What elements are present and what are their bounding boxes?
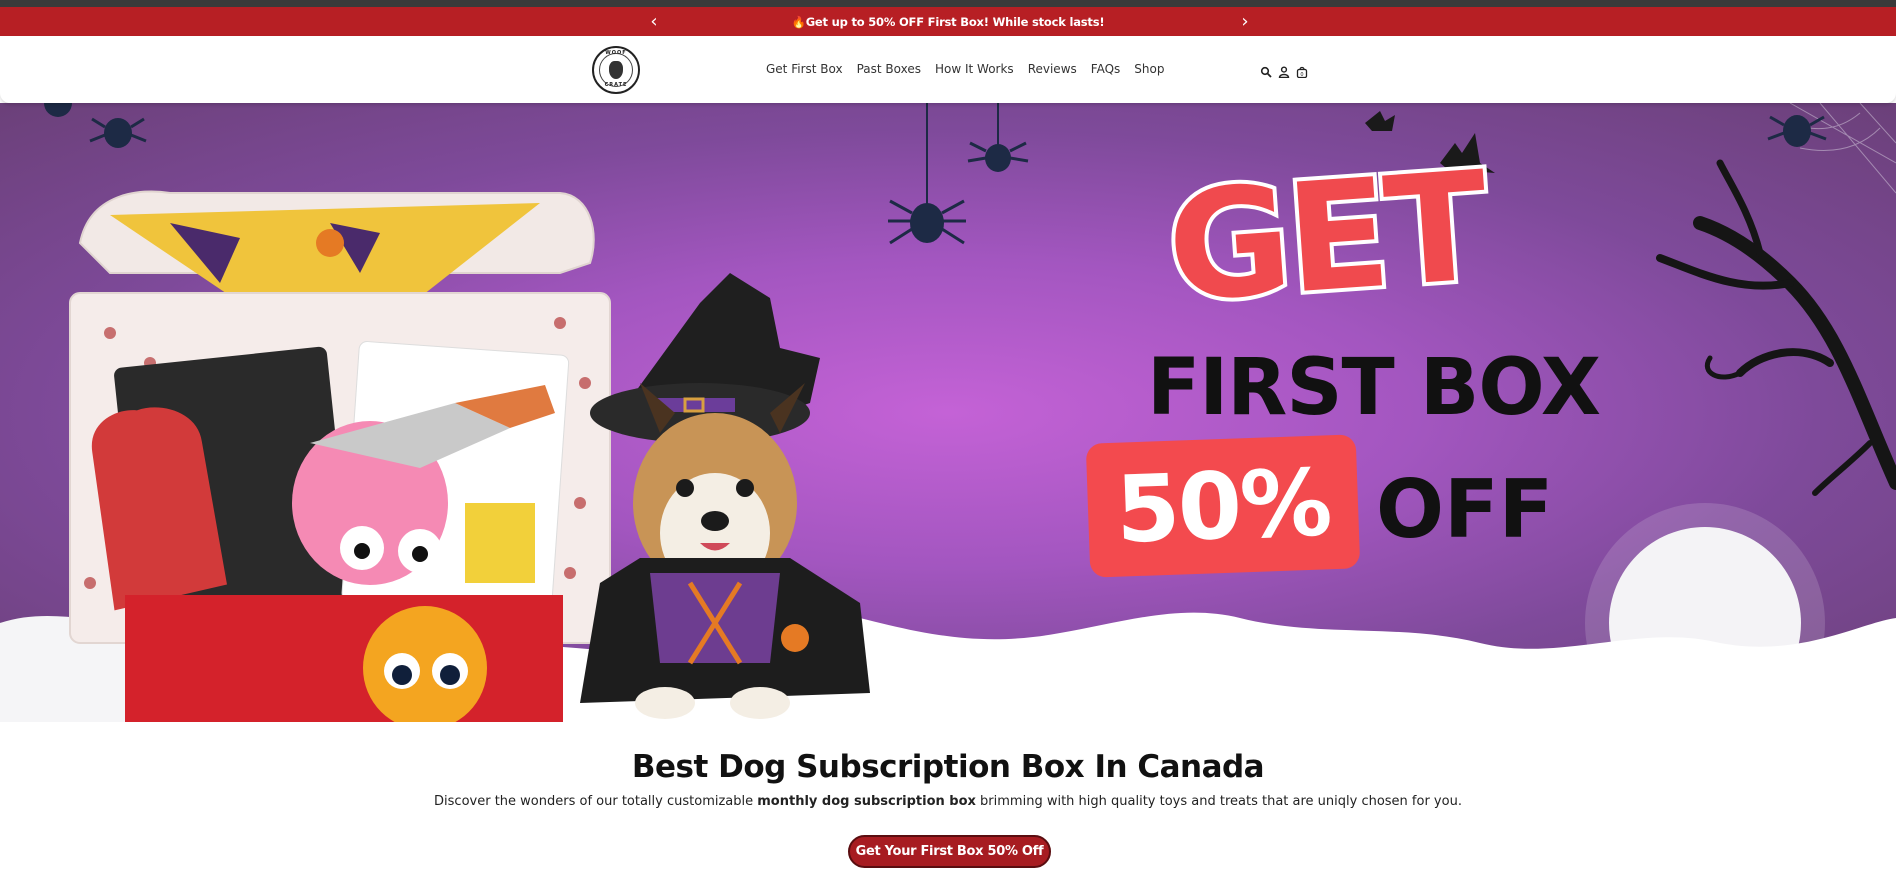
nav-how-it-works[interactable]: How It Works (935, 62, 1014, 76)
nav-shop[interactable]: Shop (1134, 62, 1164, 76)
dog-silhouette-icon (609, 61, 623, 79)
announcement-next-arrow-icon[interactable]: › (1233, 7, 1257, 36)
account-icon[interactable] (1278, 63, 1290, 79)
search-icon[interactable] (1260, 63, 1272, 78)
intro-section: Best Dog Subscription Box In Canada Disc… (0, 722, 1896, 877)
hero-off-text: OFF (1376, 463, 1554, 556)
desc-part-2: brimming with high quality toys and trea… (975, 794, 1462, 809)
logo-bottom-text: CRATE (604, 82, 628, 88)
fire-icon: 🔥 (791, 14, 806, 29)
svg-text:0: 0 (1300, 72, 1303, 78)
get-first-box-button[interactable]: Get Your First Box 50% Off (848, 835, 1051, 868)
dog-illustration (580, 273, 870, 719)
hero-get-text: GET (1158, 136, 1493, 340)
subscription-box-illustration (69, 190, 611, 722)
desc-part-1: Discover the wonders of our totally cust… (434, 794, 758, 809)
page-title: Best Dog Subscription Box In Canada (631, 749, 1265, 785)
announcement-prev-arrow-icon[interactable]: ‹ (642, 7, 666, 36)
main-nav: Get First Box Past Boxes How It Works Re… (766, 62, 1178, 76)
site-header: WOOF CRATE Get First Box Past Boxes How … (0, 36, 1896, 103)
cart-icon[interactable]: 0 (1296, 63, 1308, 79)
announcement-bar: ‹ 🔥Get up to 50% OFF First Box! While st… (0, 7, 1896, 36)
announcement-text: 🔥Get up to 50% OFF First Box! While stoc… (792, 15, 1105, 29)
hero-first-box-text: FIRST BOX (1147, 343, 1601, 433)
hero-percent-badge: 50% (1085, 434, 1361, 578)
desc-bold: monthly dog subscription box (757, 794, 976, 809)
header-icons: 0 (1260, 63, 1308, 79)
announcement-label: Get up to 50% OFF First Box! While stock… (805, 14, 1105, 29)
nav-past-boxes[interactable]: Past Boxes (857, 62, 921, 76)
logo-top-text: WOOF (605, 50, 627, 56)
nav-faqs[interactable]: FAQs (1091, 62, 1121, 76)
hero-illustration (0, 103, 1896, 722)
nav-reviews[interactable]: Reviews (1028, 62, 1077, 76)
tree-icon (1656, 159, 1896, 496)
nav-get-first-box[interactable]: Get First Box (766, 62, 843, 76)
intro-description: Discover the wonders of our totally cust… (0, 794, 1896, 809)
hero-banner[interactable]: GET FIRST BOX 50% OFF (0, 103, 1896, 722)
woof-crate-logo[interactable]: WOOF CRATE (592, 46, 640, 94)
browser-top-strip (0, 0, 1896, 7)
